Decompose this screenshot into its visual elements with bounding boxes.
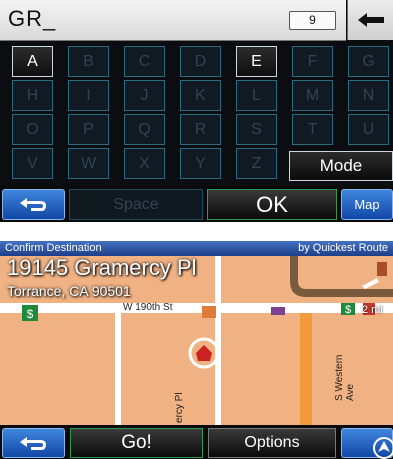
route-mode: by Quickest Route	[298, 242, 388, 254]
navigation-arrow-icon	[373, 437, 393, 459]
key-l[interactable]: L	[236, 80, 277, 111]
compass-button[interactable]	[341, 428, 393, 459]
keyboard-bottom-bar: Space OK Map	[0, 186, 393, 222]
key-g[interactable]: G	[348, 46, 389, 77]
entry-text: GR_	[8, 6, 57, 31]
key-h[interactable]: H	[12, 80, 53, 111]
key-a[interactable]: A	[12, 46, 53, 77]
road-label-swestern: S Western Ave	[334, 354, 356, 402]
key-o[interactable]: O	[12, 114, 53, 145]
title-bar: Confirm Destination by Quickest Route	[0, 241, 393, 256]
ok-button[interactable]: OK	[207, 189, 337, 220]
key-t[interactable]: T	[292, 114, 333, 145]
go-button[interactable]: Go!	[70, 428, 203, 458]
destination-city: Torrance, CA 90501	[7, 283, 131, 299]
screen-title: Confirm Destination	[5, 242, 102, 254]
key-u[interactable]: U	[348, 114, 389, 145]
key-s[interactable]: S	[236, 114, 277, 145]
key-x[interactable]: X	[124, 148, 165, 179]
key-i[interactable]: I	[68, 80, 109, 111]
mode-button[interactable]: Mode	[289, 151, 393, 181]
key-p[interactable]: P	[68, 114, 109, 145]
road-label-gramercy: ercy Pl	[174, 392, 185, 423]
back-arrow-icon	[358, 13, 384, 27]
key-b[interactable]: B	[68, 46, 109, 77]
backspace-button[interactable]	[347, 0, 393, 40]
key-q[interactable]: Q	[124, 114, 165, 145]
svg-text:$: $	[345, 304, 351, 316]
back-button[interactable]	[2, 189, 65, 220]
back-arrow-icon	[20, 198, 46, 211]
key-c[interactable]: C	[124, 46, 165, 77]
key-m[interactable]: M	[292, 80, 333, 111]
map-button[interactable]: Map	[341, 189, 393, 220]
back-button[interactable]	[2, 428, 65, 458]
road-label-w190th: W 190th St	[123, 302, 173, 313]
distance-label: 2 mi	[362, 304, 383, 316]
key-d[interactable]: D	[180, 46, 221, 77]
back-arrow-icon	[20, 437, 46, 450]
key-r[interactable]: R	[180, 114, 221, 145]
key-k[interactable]: K	[180, 80, 221, 111]
key-j[interactable]: J	[124, 80, 165, 111]
key-v[interactable]: V	[12, 148, 53, 179]
key-f[interactable]: F	[292, 46, 333, 77]
match-count: 9	[289, 11, 336, 30]
map-bottom-bar: Go! Options	[0, 425, 393, 459]
key-n[interactable]: N	[348, 80, 389, 111]
key-y[interactable]: Y	[180, 148, 221, 179]
svg-text:$: $	[27, 307, 34, 321]
key-w[interactable]: W	[68, 148, 109, 179]
text-entry-field[interactable]: GR_ 9	[0, 0, 346, 41]
key-e[interactable]: E	[236, 46, 277, 77]
options-button[interactable]: Options	[208, 428, 336, 458]
confirm-destination-screen: $ $ Confirm Destination by Quickest Rout…	[0, 241, 393, 459]
destination-address: 19145 Gramercy Pl	[7, 255, 197, 280]
key-z[interactable]: Z	[236, 148, 277, 179]
space-key[interactable]: Space	[69, 189, 203, 220]
keyboard-screen: GR_ 9 ABCDEFG HIJKLMN OPQRSTU VWXYZ Mode Sp…	[0, 0, 393, 222]
